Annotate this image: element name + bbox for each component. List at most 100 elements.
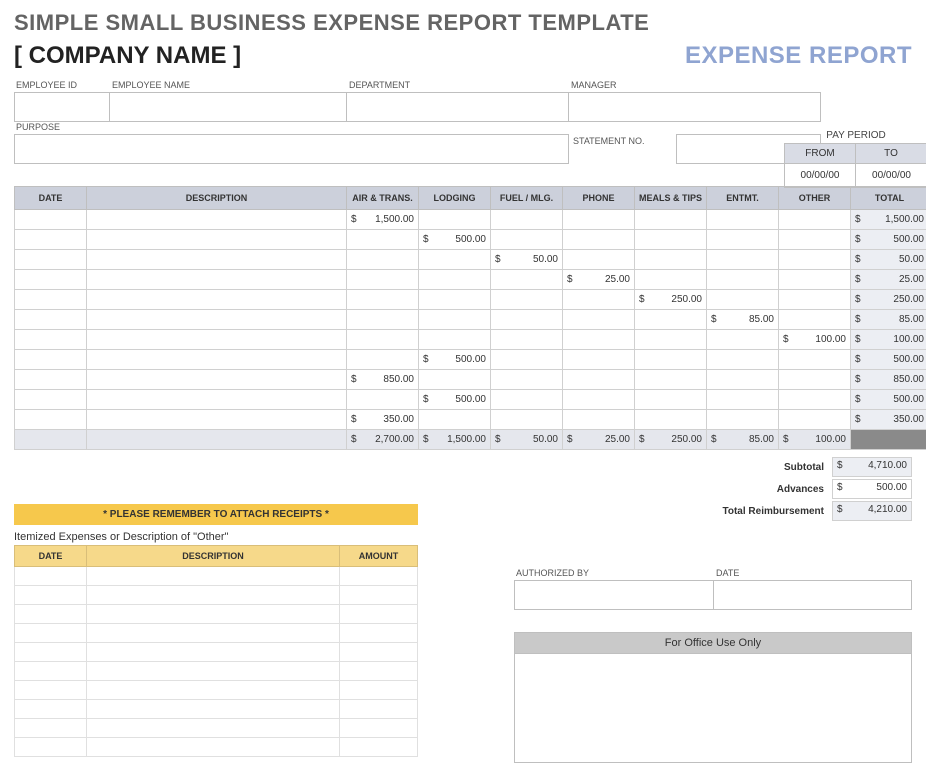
expense-cell-lodging[interactable] bbox=[419, 330, 491, 350]
other-cell[interactable] bbox=[15, 586, 87, 605]
expense-cell-lodging[interactable] bbox=[419, 310, 491, 330]
expense-cell-fuel[interactable] bbox=[491, 370, 563, 390]
expense-cell-air[interactable]: $850.00 bbox=[347, 370, 419, 390]
expense-cell-description[interactable] bbox=[87, 290, 347, 310]
expense-cell-meals[interactable] bbox=[635, 330, 707, 350]
expense-cell-phone[interactable] bbox=[563, 310, 635, 330]
expense-cell-entmt[interactable] bbox=[707, 410, 779, 430]
expense-cell-other[interactable] bbox=[779, 410, 851, 430]
expense-cell-date[interactable] bbox=[15, 230, 87, 250]
input-purpose[interactable] bbox=[14, 134, 569, 164]
pay-period-from[interactable]: 00/00/00 bbox=[785, 163, 856, 187]
advances-value[interactable]: $500.00 bbox=[832, 479, 912, 499]
other-cell[interactable] bbox=[15, 605, 87, 624]
expense-cell-other[interactable]: $100.00 bbox=[779, 330, 851, 350]
expense-cell-description[interactable] bbox=[87, 390, 347, 410]
other-cell[interactable] bbox=[340, 605, 418, 624]
expense-cell-fuel[interactable] bbox=[491, 230, 563, 250]
expense-cell-other[interactable] bbox=[779, 250, 851, 270]
expense-cell-fuel[interactable]: $50.00 bbox=[491, 250, 563, 270]
expense-cell-other[interactable] bbox=[779, 270, 851, 290]
expense-cell-meals[interactable] bbox=[635, 310, 707, 330]
expense-cell-meals[interactable] bbox=[635, 270, 707, 290]
expense-cell-date[interactable] bbox=[15, 210, 87, 230]
expense-cell-lodging[interactable] bbox=[419, 210, 491, 230]
expense-cell-phone[interactable] bbox=[563, 290, 635, 310]
other-cell[interactable] bbox=[87, 586, 340, 605]
expense-cell-entmt[interactable] bbox=[707, 230, 779, 250]
other-cell[interactable] bbox=[15, 567, 87, 586]
expense-cell-phone[interactable] bbox=[563, 230, 635, 250]
expense-cell-lodging[interactable]: $500.00 bbox=[419, 390, 491, 410]
other-cell[interactable] bbox=[15, 624, 87, 643]
expense-cell-date[interactable] bbox=[15, 330, 87, 350]
input-employee-name[interactable] bbox=[110, 92, 347, 122]
expense-cell-fuel[interactable] bbox=[491, 270, 563, 290]
expense-cell-other[interactable] bbox=[779, 230, 851, 250]
input-manager[interactable] bbox=[569, 92, 821, 122]
expense-cell-description[interactable] bbox=[87, 250, 347, 270]
expense-cell-meals[interactable] bbox=[635, 350, 707, 370]
expense-cell-air[interactable] bbox=[347, 290, 419, 310]
expense-cell-meals[interactable] bbox=[635, 410, 707, 430]
expense-cell-description[interactable] bbox=[87, 310, 347, 330]
other-cell[interactable] bbox=[340, 567, 418, 586]
expense-cell-other[interactable] bbox=[779, 390, 851, 410]
expense-cell-air[interactable]: $1,500.00 bbox=[347, 210, 419, 230]
other-cell[interactable] bbox=[340, 624, 418, 643]
expense-cell-description[interactable] bbox=[87, 330, 347, 350]
other-cell[interactable] bbox=[15, 681, 87, 700]
expense-cell-date[interactable] bbox=[15, 350, 87, 370]
expense-cell-phone[interactable] bbox=[563, 330, 635, 350]
expense-cell-fuel[interactable] bbox=[491, 330, 563, 350]
expense-cell-description[interactable] bbox=[87, 210, 347, 230]
expense-cell-air[interactable] bbox=[347, 390, 419, 410]
expense-cell-phone[interactable] bbox=[563, 350, 635, 370]
expense-cell-air[interactable] bbox=[347, 250, 419, 270]
expense-cell-meals[interactable] bbox=[635, 370, 707, 390]
expense-cell-other[interactable] bbox=[779, 290, 851, 310]
expense-cell-meals[interactable] bbox=[635, 390, 707, 410]
other-cell[interactable] bbox=[340, 700, 418, 719]
other-cell[interactable] bbox=[15, 719, 87, 738]
expense-cell-phone[interactable] bbox=[563, 210, 635, 230]
expense-cell-fuel[interactable] bbox=[491, 210, 563, 230]
expense-cell-phone[interactable] bbox=[563, 410, 635, 430]
expense-cell-description[interactable] bbox=[87, 370, 347, 390]
expense-cell-fuel[interactable] bbox=[491, 350, 563, 370]
other-cell[interactable] bbox=[340, 719, 418, 738]
expense-cell-air[interactable] bbox=[347, 270, 419, 290]
expense-cell-lodging[interactable] bbox=[419, 270, 491, 290]
input-authorized-by[interactable] bbox=[514, 580, 714, 610]
expense-cell-meals[interactable] bbox=[635, 210, 707, 230]
other-cell[interactable] bbox=[340, 662, 418, 681]
other-cell[interactable] bbox=[340, 586, 418, 605]
expense-cell-date[interactable] bbox=[15, 250, 87, 270]
input-employee-id[interactable] bbox=[14, 92, 110, 122]
expense-cell-phone[interactable] bbox=[563, 250, 635, 270]
expense-cell-date[interactable] bbox=[15, 290, 87, 310]
expense-cell-date[interactable] bbox=[15, 370, 87, 390]
other-cell[interactable] bbox=[87, 681, 340, 700]
pay-period-to[interactable]: 00/00/00 bbox=[856, 163, 926, 187]
expense-cell-meals[interactable] bbox=[635, 230, 707, 250]
other-cell[interactable] bbox=[340, 643, 418, 662]
expense-cell-other[interactable] bbox=[779, 350, 851, 370]
other-cell[interactable] bbox=[87, 624, 340, 643]
other-cell[interactable] bbox=[15, 662, 87, 681]
expense-cell-date[interactable] bbox=[15, 390, 87, 410]
expense-cell-entmt[interactable] bbox=[707, 330, 779, 350]
expense-cell-air[interactable] bbox=[347, 350, 419, 370]
expense-cell-other[interactable] bbox=[779, 370, 851, 390]
input-department[interactable] bbox=[347, 92, 569, 122]
expense-cell-description[interactable] bbox=[87, 410, 347, 430]
expense-cell-fuel[interactable] bbox=[491, 410, 563, 430]
other-cell[interactable] bbox=[87, 700, 340, 719]
expense-cell-air[interactable] bbox=[347, 230, 419, 250]
expense-cell-lodging[interactable] bbox=[419, 410, 491, 430]
expense-cell-meals[interactable] bbox=[635, 250, 707, 270]
expense-cell-entmt[interactable] bbox=[707, 270, 779, 290]
expense-cell-entmt[interactable] bbox=[707, 250, 779, 270]
expense-cell-phone[interactable] bbox=[563, 370, 635, 390]
expense-cell-fuel[interactable] bbox=[491, 290, 563, 310]
